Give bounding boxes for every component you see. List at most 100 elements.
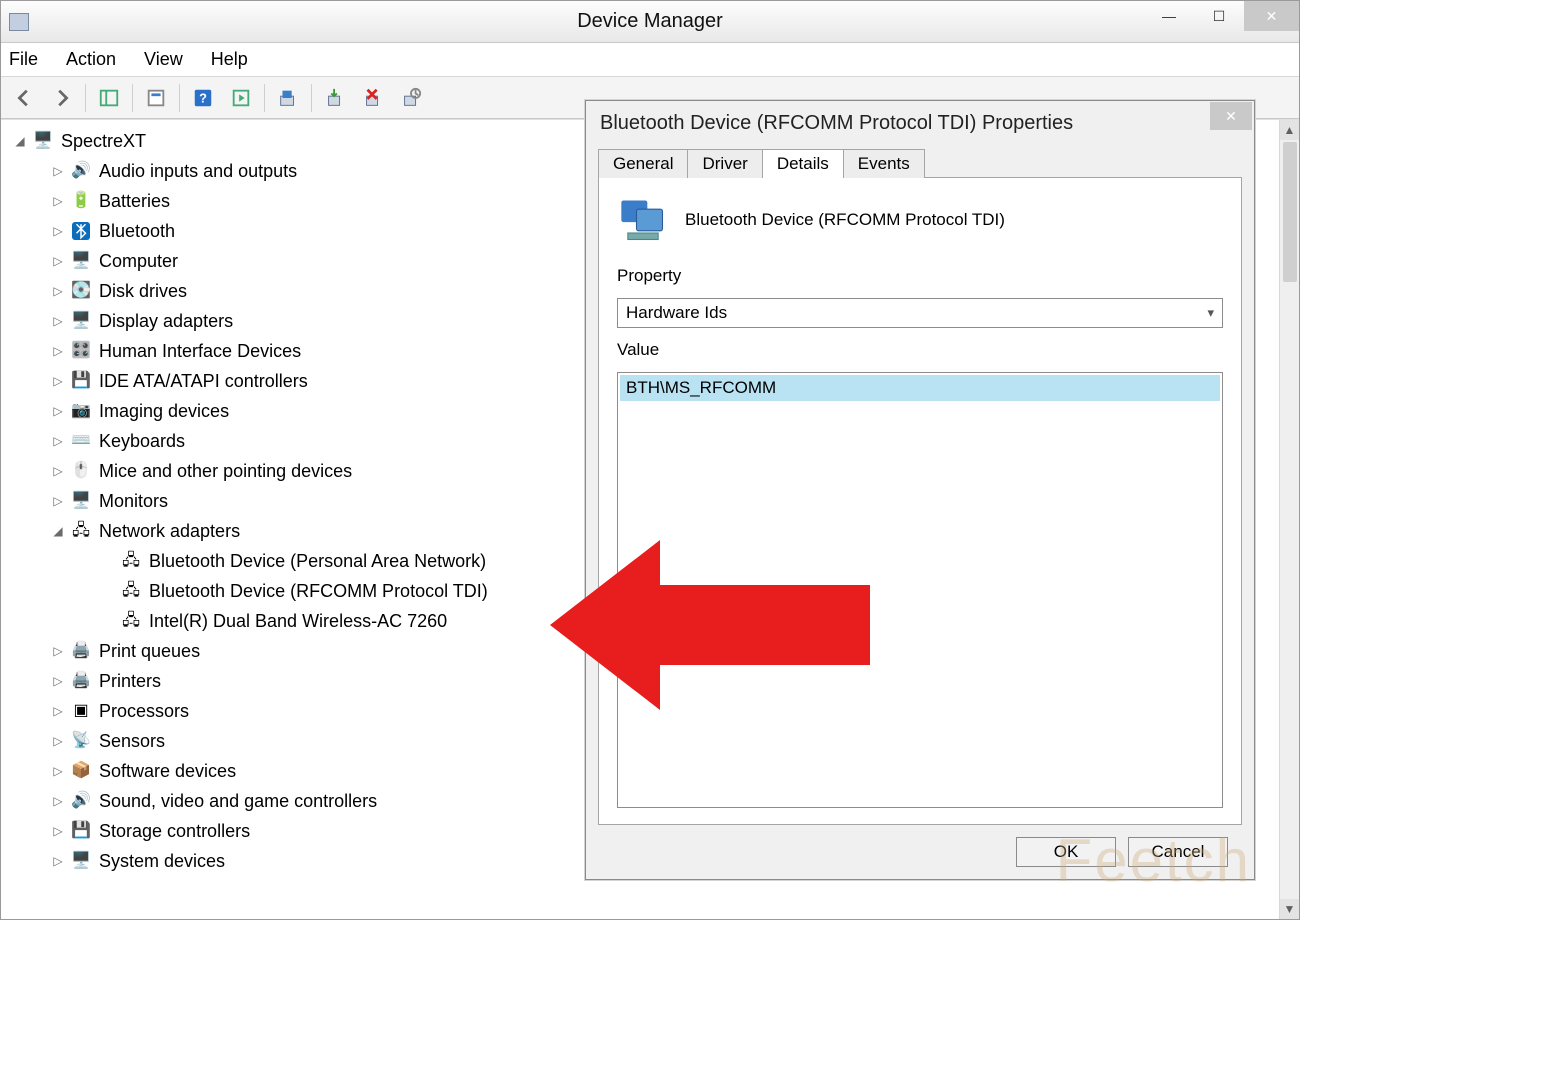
sound-icon: 🔊 bbox=[71, 791, 91, 811]
expand-icon[interactable]: ▷ bbox=[51, 854, 65, 868]
collapse-icon[interactable]: ◢ bbox=[51, 524, 65, 538]
cpu-icon: ▣ bbox=[71, 701, 91, 721]
display-icon: 🖥️ bbox=[71, 311, 91, 331]
cancel-button[interactable]: Cancel bbox=[1128, 837, 1228, 867]
expand-icon[interactable]: ▷ bbox=[51, 194, 65, 208]
tree-label: Sound, video and game controllers bbox=[99, 786, 377, 816]
tree-label: Software devices bbox=[99, 756, 236, 786]
maximize-button[interactable]: ☐ bbox=[1194, 1, 1244, 31]
properties-icon[interactable] bbox=[139, 82, 173, 114]
tree-label: Mice and other pointing devices bbox=[99, 456, 352, 486]
expand-icon[interactable]: ▷ bbox=[51, 824, 65, 838]
property-dropdown[interactable]: Hardware Ids ▾ bbox=[617, 298, 1223, 328]
expand-icon[interactable]: ▷ bbox=[51, 404, 65, 418]
value-listbox[interactable]: BTH\MS_RFCOMM bbox=[617, 372, 1223, 808]
collapse-icon[interactable]: ◢ bbox=[13, 134, 27, 148]
disk-icon: 💽 bbox=[71, 281, 91, 301]
disable-icon[interactable] bbox=[394, 82, 428, 114]
tree-label: Storage controllers bbox=[99, 816, 250, 846]
show-hide-tree-icon[interactable] bbox=[92, 82, 126, 114]
help-icon[interactable]: ? bbox=[186, 82, 220, 114]
menu-view[interactable]: View bbox=[144, 49, 183, 70]
update-driver-icon[interactable] bbox=[318, 82, 352, 114]
expand-icon[interactable]: ▷ bbox=[51, 494, 65, 508]
software-icon: 📦 bbox=[71, 761, 91, 781]
hid-icon: 🎛️ bbox=[71, 341, 91, 361]
tree-label: Network adapters bbox=[99, 516, 240, 546]
expand-icon[interactable]: ▷ bbox=[51, 164, 65, 178]
tab-details[interactable]: Details bbox=[762, 149, 844, 178]
tab-general[interactable]: General bbox=[598, 149, 688, 178]
tree-label: Sensors bbox=[99, 726, 165, 756]
scroll-thumb[interactable] bbox=[1283, 142, 1297, 282]
expand-icon[interactable]: ▷ bbox=[51, 704, 65, 718]
tree-label: Batteries bbox=[99, 186, 170, 216]
dialog-buttons: OK Cancel bbox=[598, 825, 1242, 867]
tree-label: Processors bbox=[99, 696, 189, 726]
toolbar-separator bbox=[132, 84, 133, 112]
printer-icon: 🖨️ bbox=[71, 671, 91, 691]
tree-label: IDE ATA/ATAPI controllers bbox=[99, 366, 308, 396]
bluetooth-icon bbox=[71, 221, 91, 241]
expand-icon[interactable]: ▷ bbox=[51, 284, 65, 298]
expand-icon[interactable]: ▷ bbox=[51, 764, 65, 778]
tree-label: Bluetooth Device (Personal Area Network) bbox=[149, 546, 486, 576]
network-adapter-icon: 🖧 bbox=[121, 581, 141, 601]
close-button[interactable]: ✕ bbox=[1244, 1, 1299, 31]
minimize-button[interactable]: — bbox=[1144, 1, 1194, 31]
back-icon[interactable] bbox=[7, 82, 41, 114]
printer-icon: 🖨️ bbox=[71, 641, 91, 661]
expand-icon[interactable]: ▷ bbox=[51, 674, 65, 688]
tree-label: Printers bbox=[99, 666, 161, 696]
scroll-down-icon[interactable]: ▼ bbox=[1280, 899, 1300, 919]
ide-icon: 💾 bbox=[71, 371, 91, 391]
menu-action[interactable]: Action bbox=[66, 49, 116, 70]
expand-icon[interactable]: ▷ bbox=[51, 434, 65, 448]
expand-icon[interactable]: ▷ bbox=[51, 344, 65, 358]
monitor-icon: 🖥️ bbox=[71, 491, 91, 511]
ok-button[interactable]: OK bbox=[1016, 837, 1116, 867]
forward-icon[interactable] bbox=[45, 82, 79, 114]
expand-icon[interactable]: ▷ bbox=[51, 374, 65, 388]
tree-label: Disk drives bbox=[99, 276, 187, 306]
expand-icon[interactable]: ▷ bbox=[51, 644, 65, 658]
mouse-icon: 🖱️ bbox=[71, 461, 91, 481]
keyboard-icon: ⌨️ bbox=[71, 431, 91, 451]
expand-icon[interactable]: ▷ bbox=[51, 734, 65, 748]
storage-icon: 💾 bbox=[71, 821, 91, 841]
value-item[interactable]: BTH\MS_RFCOMM bbox=[620, 375, 1220, 401]
tab-driver[interactable]: Driver bbox=[687, 149, 762, 178]
computer-icon: 🖥️ bbox=[71, 251, 91, 271]
titlebar: Device Manager — ☐ ✕ bbox=[1, 1, 1299, 43]
expand-icon[interactable]: ▷ bbox=[51, 254, 65, 268]
network-icon: 🖧 bbox=[71, 521, 91, 541]
toolbar-separator bbox=[85, 84, 86, 112]
tree-label: System devices bbox=[99, 846, 225, 876]
expand-icon[interactable]: ▷ bbox=[51, 224, 65, 238]
tree-label: Keyboards bbox=[99, 426, 185, 456]
network-adapter-icon: 🖧 bbox=[121, 611, 141, 631]
tree-label: SpectreXT bbox=[61, 126, 146, 156]
uninstall-icon[interactable] bbox=[356, 82, 390, 114]
action-icon[interactable] bbox=[224, 82, 258, 114]
window-controls: — ☐ ✕ bbox=[1144, 1, 1299, 31]
dropdown-value: Hardware Ids bbox=[626, 303, 727, 323]
menu-help[interactable]: Help bbox=[211, 49, 248, 70]
expand-icon[interactable]: ▷ bbox=[51, 794, 65, 808]
svg-text:?: ? bbox=[199, 90, 207, 105]
tab-panel-details: Bluetooth Device (RFCOMM Protocol TDI) P… bbox=[598, 177, 1242, 825]
tabstrip: General Driver Details Events bbox=[598, 145, 1242, 177]
scroll-up-icon[interactable]: ▲ bbox=[1280, 120, 1300, 140]
scan-hardware-icon[interactable] bbox=[271, 82, 305, 114]
menu-file[interactable]: File bbox=[9, 49, 38, 70]
properties-dialog: Bluetooth Device (RFCOMM Protocol TDI) P… bbox=[585, 100, 1255, 880]
toolbar-separator bbox=[264, 84, 265, 112]
device-name: Bluetooth Device (RFCOMM Protocol TDI) bbox=[685, 210, 1005, 230]
expand-icon[interactable]: ▷ bbox=[51, 464, 65, 478]
dialog-title: Bluetooth Device (RFCOMM Protocol TDI) P… bbox=[600, 112, 1073, 135]
tab-events[interactable]: Events bbox=[843, 149, 925, 178]
property-label: Property bbox=[617, 266, 1223, 286]
vertical-scrollbar[interactable]: ▲ ▼ bbox=[1279, 120, 1299, 919]
dialog-close-button[interactable]: ✕ bbox=[1210, 102, 1252, 130]
expand-icon[interactable]: ▷ bbox=[51, 314, 65, 328]
